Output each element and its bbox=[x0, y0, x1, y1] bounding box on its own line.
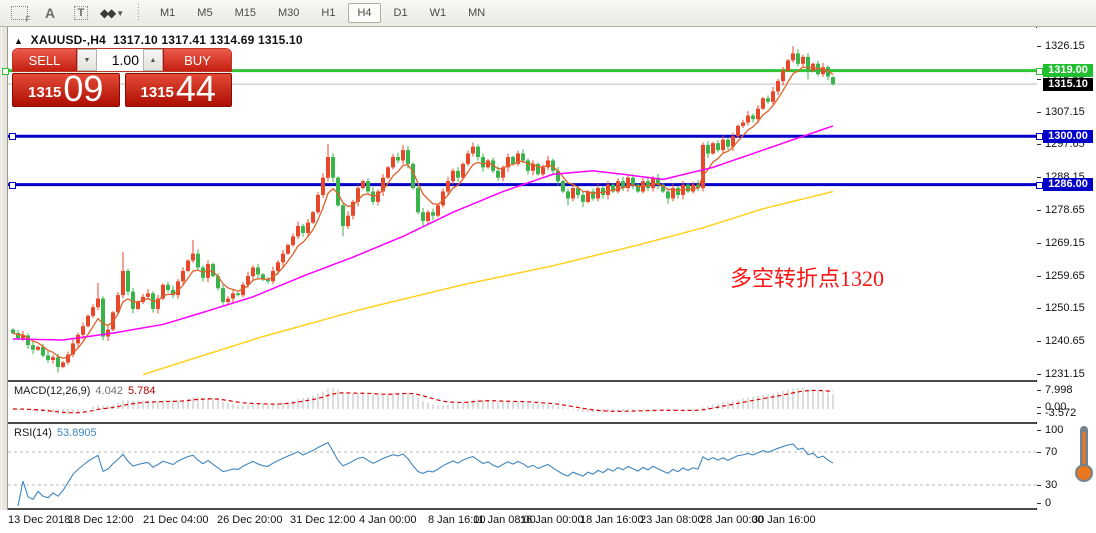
timeframe-button-w1[interactable]: W1 bbox=[421, 3, 456, 23]
triangle-icon: ▲ bbox=[14, 36, 24, 46]
hline-handle[interactable] bbox=[1036, 133, 1043, 141]
timeframe-button-m5[interactable]: M5 bbox=[188, 3, 221, 23]
volume-increase-button[interactable]: ▲ bbox=[143, 49, 163, 71]
trading-terminal-window: F A T ◆◆ ▼ M1 M5 M15 M30 H1 H4 D1 W1 MN ▲ XAUUSD-… bbox=[0, 0, 1096, 533]
price-axis-tick: 1307.15 bbox=[1037, 106, 1096, 118]
time-axis-label: 16 Jan 00:00 bbox=[520, 514, 584, 526]
hline-handle[interactable] bbox=[9, 181, 16, 189]
window-left-edge bbox=[0, 27, 8, 533]
one-click-trading-panel: SELL ▼ ▲ BUY 1315 09 1315 44 bbox=[12, 48, 232, 107]
time-axis-label: 21 Dec 04:00 bbox=[143, 514, 209, 526]
arrows-tool-icon[interactable]: ◆◆ ▼ bbox=[100, 3, 124, 23]
sell-price-display[interactable]: 1315 09 bbox=[12, 71, 120, 107]
price-axis-tick: 1326.15 bbox=[1037, 40, 1096, 52]
text-label-icon[interactable]: A bbox=[38, 3, 62, 23]
price-axis-tick: 1240.65 bbox=[1037, 335, 1096, 347]
price-badge: 1319.00 bbox=[1043, 64, 1093, 78]
rsi-panel[interactable] bbox=[8, 424, 1037, 508]
price-axis-tick: 0 bbox=[1037, 497, 1096, 509]
hline-handle[interactable] bbox=[2, 67, 9, 75]
time-axis-label: 18 Jan 16:00 bbox=[580, 514, 644, 526]
timeframe-buttons: M1 M5 M15 M30 H1 H4 D1 W1 MN bbox=[149, 3, 496, 23]
rsi-label: RSI(14) 53.8905 bbox=[14, 427, 97, 439]
time-axis-label: 18 Dec 12:00 bbox=[68, 514, 134, 526]
time-axis: 13 Dec 2018 18 Dec 12:00 21 Dec 04:00 26 De… bbox=[0, 510, 1096, 533]
macd-panel[interactable] bbox=[8, 382, 1037, 422]
macd-label: MACD(12,26,9) 4.042 5.784 bbox=[14, 385, 156, 397]
time-axis-label: 26 Dec 20:00 bbox=[217, 514, 283, 526]
volume-input[interactable] bbox=[97, 49, 143, 71]
timeframe-button-m1[interactable]: M1 bbox=[151, 3, 184, 23]
time-axis-label: 31 Dec 12:00 bbox=[290, 514, 356, 526]
toolbar-separator bbox=[136, 4, 141, 22]
timeframe-button-m15[interactable]: M15 bbox=[226, 3, 265, 23]
price-axis-tick: 1231.15 bbox=[1037, 368, 1096, 380]
hline-handle[interactable] bbox=[1036, 181, 1043, 189]
timeframe-button-d1[interactable]: D1 bbox=[385, 3, 417, 23]
chevron-down-icon: ▼ bbox=[116, 8, 125, 18]
price-badge: 1315.10 bbox=[1043, 77, 1093, 91]
price-axis-tick: 1259.65 bbox=[1037, 270, 1096, 282]
toolbar: F A T ◆◆ ▼ M1 M5 M15 M30 H1 H4 D1 W1 MN bbox=[0, 0, 1096, 27]
chart-ohlc-title: ▲ XAUUSD-,H4 1317.10 1317.41 1314.69 131… bbox=[14, 33, 303, 47]
price-axis-tick: 1278.65 bbox=[1037, 204, 1096, 216]
buy-price-display[interactable]: 1315 44 bbox=[124, 71, 232, 107]
hline-handle[interactable] bbox=[1036, 67, 1043, 75]
indicator-list-icon[interactable]: F bbox=[7, 3, 31, 24]
price-badge: 1300.00 bbox=[1043, 129, 1093, 143]
timeframe-button-h1[interactable]: H1 bbox=[312, 3, 344, 23]
text-box-icon[interactable]: T bbox=[69, 3, 93, 23]
price-badge: 1286.00 bbox=[1043, 178, 1093, 192]
price-axis-tick: 1269.15 bbox=[1037, 237, 1096, 249]
price-axis-tick: -3.572 bbox=[1037, 407, 1096, 419]
price-axis-tick: 1250.15 bbox=[1037, 302, 1096, 314]
time-axis-label: 23 Jan 08:00 bbox=[640, 514, 704, 526]
thermometer-icon bbox=[1074, 424, 1094, 484]
timeframe-button-h4[interactable]: H4 bbox=[348, 3, 381, 23]
chart-text-annotation[interactable]: 多空转折点1320 bbox=[730, 261, 884, 293]
time-axis-label: 4 Jan 00:00 bbox=[359, 514, 417, 526]
time-axis-label: 30 Jan 16:00 bbox=[752, 514, 816, 526]
hline-handle[interactable] bbox=[9, 133, 16, 141]
time-axis-label: 13 Dec 2018 bbox=[8, 514, 71, 526]
price-axis-tick: 7.998 bbox=[1037, 384, 1096, 396]
timeframe-button-m30[interactable]: M30 bbox=[269, 3, 308, 23]
timeframe-button-mn[interactable]: MN bbox=[459, 3, 494, 23]
